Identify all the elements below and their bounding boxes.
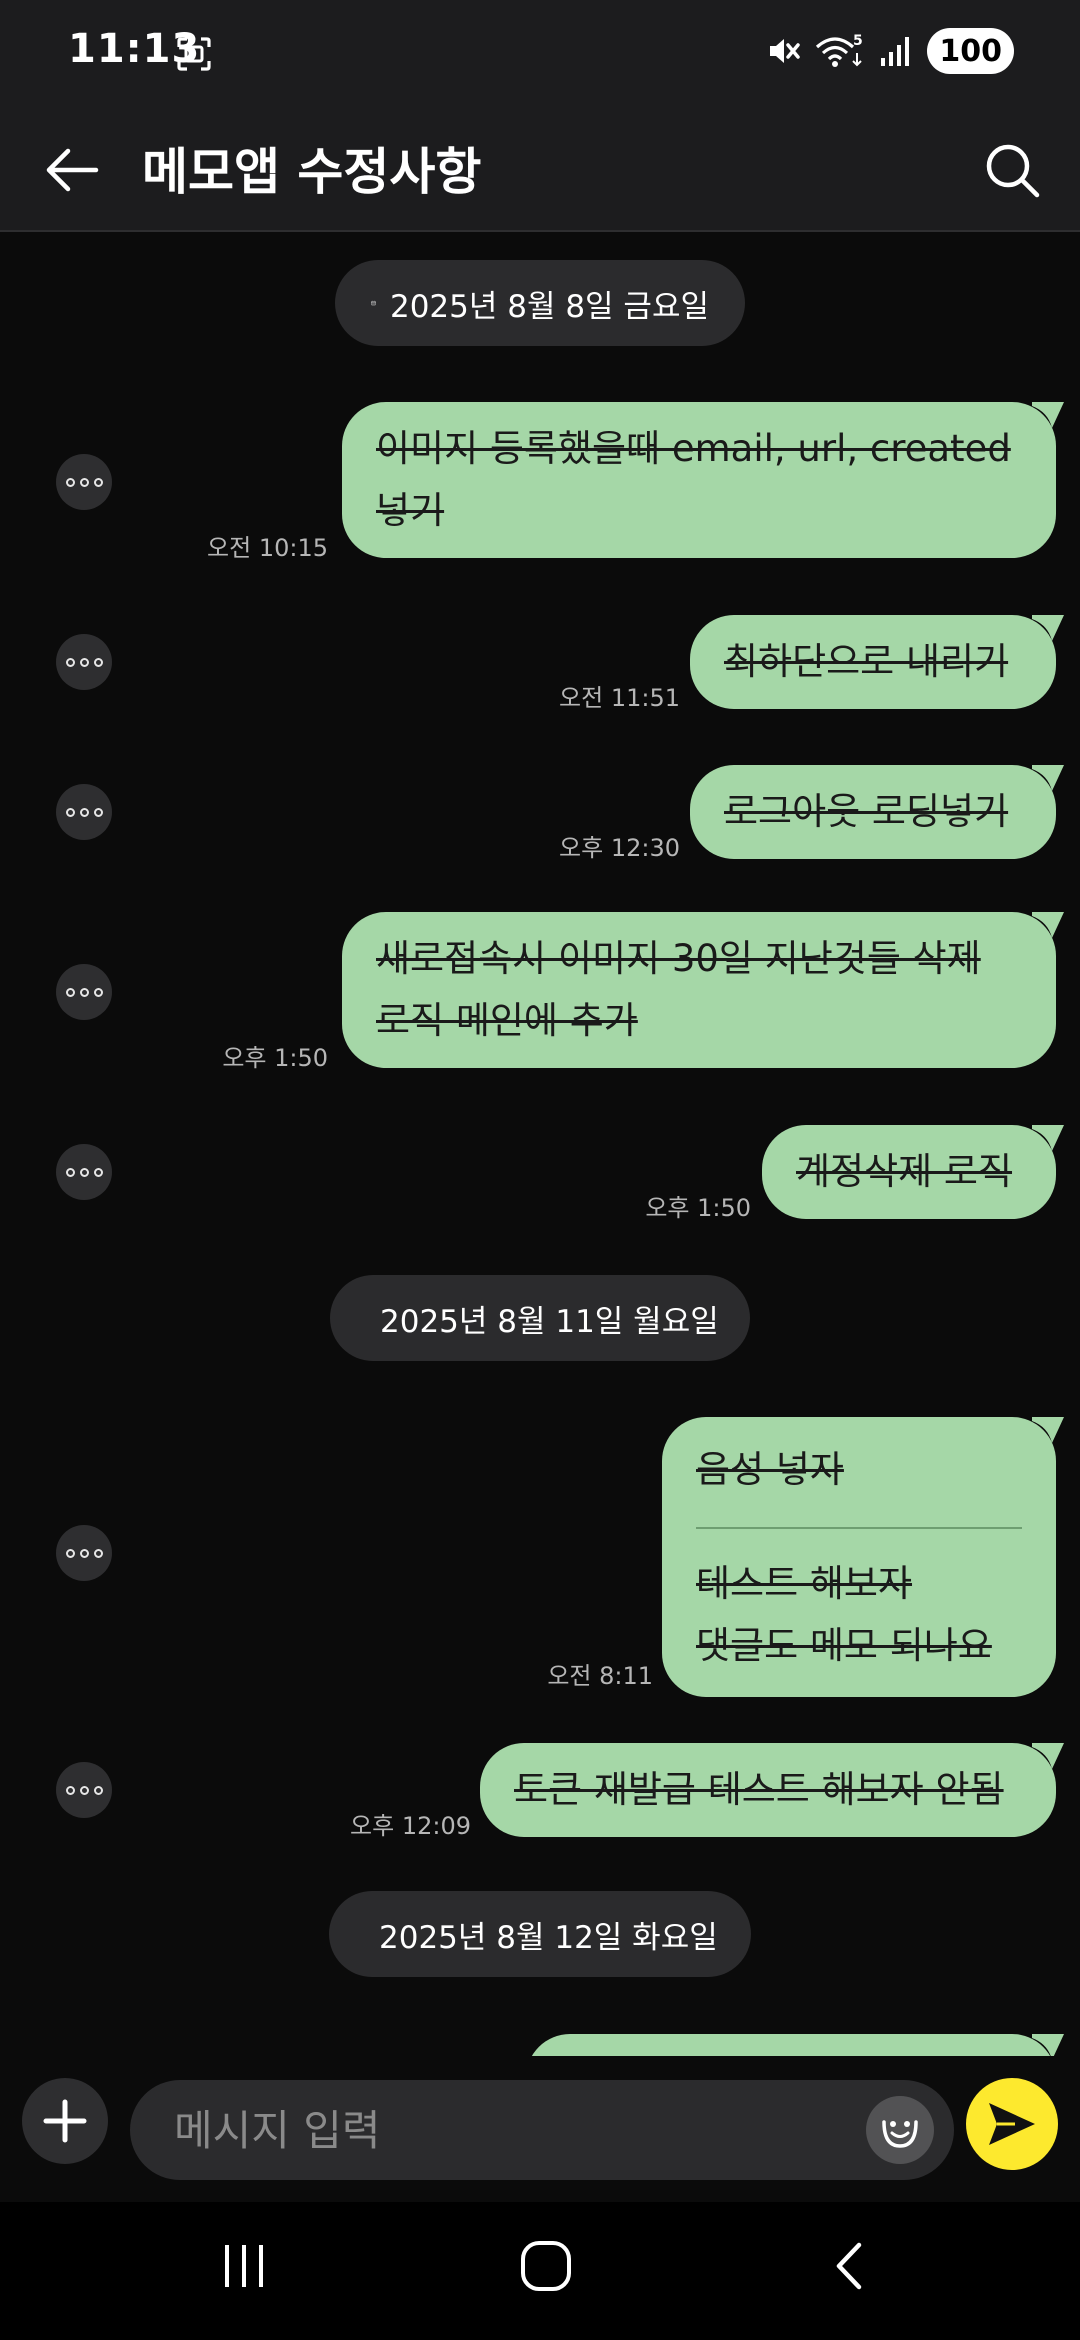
dot [65,1548,75,1558]
message-more-button[interactable] [56,1525,112,1581]
message-text-extra: 테스트 해보자 댓글도 메모 되나요 [696,1562,992,1667]
date-label: 2025년 8월 12일 화요일 [379,1919,718,1956]
dot [65,477,75,487]
message-more-button[interactable] [56,454,112,510]
calendar-icon [371,300,376,306]
bubble-tail [1032,402,1064,428]
message-input-bar [0,2056,1080,2202]
date-divider: 2025년 8월 12일 화요일 [329,1891,751,1977]
battery-indicator: 100 [927,28,1014,74]
dot [93,657,103,667]
dot [79,477,89,487]
emoji-face-icon [882,2120,918,2148]
message-bubble[interactable]: 새로접속시 이미지 30일 지난것들 삭제 로직 메인에 추가 [342,912,1064,1068]
date-divider: 2025년 8월 8일 금요일 [335,260,745,346]
message-text: 토큰 재발급 테스트 해보자 안됨 [514,1768,1004,1811]
message-input[interactable] [174,2080,854,2180]
message-text: 최하단으로 내리기 [724,640,1009,683]
dot [79,1167,89,1177]
system-back-button[interactable] [800,2226,900,2306]
bubble-tail [1032,615,1064,641]
message-bubble[interactable]: 로그아웃 로딩넣기 [690,765,1064,859]
message-more-button[interactable] [56,1144,112,1200]
system-navigation-bar [0,2202,1080,2340]
message-text: 로그아웃 로딩넣기 [724,790,1009,833]
dot [65,987,75,997]
message-more-button[interactable] [56,784,112,840]
message-input-container [130,2080,954,2180]
bubble-tail [1032,1417,1064,1443]
message-time: 오전 10:15 [207,534,328,562]
message-text: 이미지 등록했을때 email, url, created 넣기 [376,427,1011,532]
mute-icon [770,39,801,63]
bubble-tail [1032,2034,1064,2056]
dot [93,807,103,817]
emoji-button[interactable] [866,2096,934,2164]
message-bubble[interactable]: 토큰 재발급 테스트 해보자 안됨 [480,1743,1064,1837]
wifi-badge: 5 [853,33,863,49]
message-time: 오후 1:50 [645,1194,751,1222]
plus-icon [43,2099,87,2143]
screenshot-icon [177,37,211,71]
attach-button[interactable] [22,2078,108,2164]
message-more-button[interactable] [56,634,112,690]
message-bubble[interactable]: 최하단으로 내리기 [690,615,1064,709]
date-label: 2025년 8월 11일 월요일 [380,1303,719,1340]
message-more-button[interactable] [56,1762,112,1818]
dot [79,987,89,997]
dot [65,807,75,817]
bubble-tail [1032,1743,1064,1769]
recent-apps-button[interactable] [194,2226,294,2306]
arrow-left-icon [46,148,99,192]
send-button[interactable] [966,2078,1058,2170]
bubble-tail [1032,912,1064,938]
message-bubble[interactable]: 음성 넣자 테스트 해보자 댓글도 메모 되나요 [662,1417,1064,1697]
wifi-icon: 5 [816,33,863,67]
search-icon [986,144,1040,198]
message-text: 계정삭제 로직 [796,1150,1013,1193]
message-time: 오후 1:50 [222,1044,328,1072]
message-text: 새로접속시 이미지 30일 지난것들 삭제 로직 메인에 추가 [376,937,981,1042]
message-time: 오후 12:09 [350,1812,471,1840]
message-time: 오전 8:11 [547,1662,653,1690]
dot [65,1785,75,1795]
message-bubble-partial[interactable] [526,2034,1064,2056]
chat-header: 메모앱 수정사항 [0,112,1080,232]
back-icon [836,2242,862,2290]
message-time: 오후 12:30 [559,834,680,862]
home-button[interactable] [496,2226,596,2306]
dot [93,987,103,997]
dot [79,1785,89,1795]
chat-room-title: 메모앱 수정사항 [142,143,482,201]
chat-screen: 11:13 5 100 메모앱 수정사항 2025년 8월 8일 금요일 오전 … [0,0,1080,2340]
dot [79,807,89,817]
date-label: 2025년 8월 8일 금요일 [389,288,709,325]
status-bar: 11:13 5 100 [0,0,1080,112]
message-time: 오전 11:51 [559,684,680,712]
message-more-button[interactable] [56,964,112,1020]
dot [65,1167,75,1177]
send-icon [989,2103,1035,2145]
status-icons: 5 100 [765,28,1014,74]
home-icon [521,2241,571,2291]
message-divider [696,1527,1022,1529]
date-divider: 2025년 8월 11일 월요일 [330,1275,750,1361]
dot [93,477,103,487]
recent-apps-icon [225,2245,263,2287]
message-text: 음성 넣자 [696,1448,844,1491]
dot [65,657,75,667]
dot [93,1785,103,1795]
back-button[interactable] [36,134,108,206]
bubble-tail [1032,765,1064,791]
search-button[interactable] [972,130,1052,210]
signal-icon [881,37,910,66]
message-bubble[interactable]: 이미지 등록했을때 email, url, created 넣기 [342,402,1064,558]
dot [79,657,89,667]
message-bubble[interactable]: 계정삭제 로직 [762,1125,1064,1219]
bubble-tail [1032,1125,1064,1151]
dot [79,1548,89,1558]
dot [93,1167,103,1177]
message-list[interactable]: 2025년 8월 8일 금요일 오전 10:15 이미지 등록했을때 email… [0,232,1080,2056]
dot [93,1548,103,1558]
